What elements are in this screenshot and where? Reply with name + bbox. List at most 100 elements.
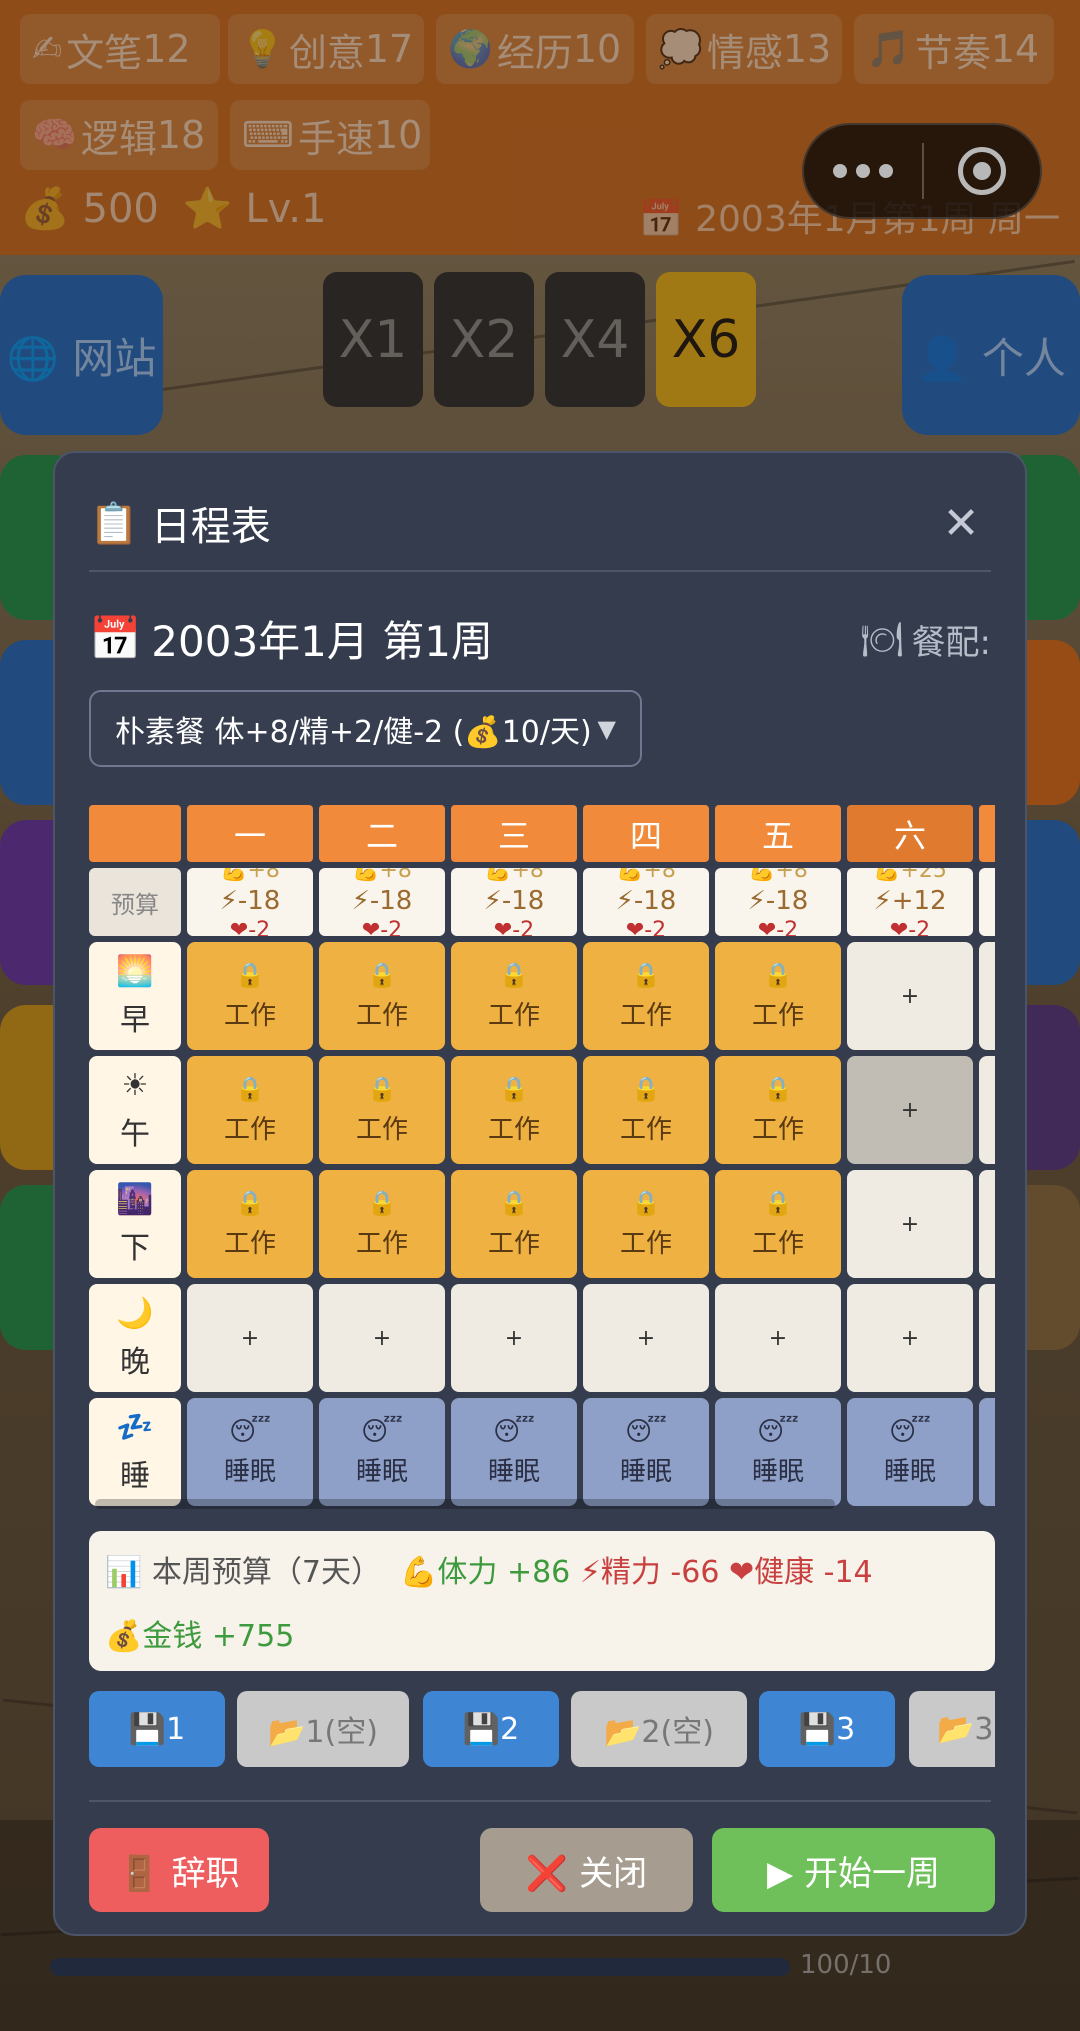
week-title-text: 2003年1月 第1周 <box>151 617 493 666</box>
save-slot-1-button[interactable]: 💾1 <box>89 1691 225 1767</box>
work-slot[interactable]: 🔒 工作 <box>187 1170 313 1278</box>
time-slot-text: 睡 <box>120 1458 150 1494</box>
add-icon: + <box>900 1325 920 1351</box>
slot-label: 工作 <box>619 1228 672 1259</box>
add-icon: + <box>240 1325 260 1351</box>
slot-label: 工作 <box>487 1000 540 1031</box>
grid-horizontal-scrollbar[interactable] <box>95 1499 835 1509</box>
work-slot[interactable]: 🔒 工作 <box>187 942 313 1050</box>
budget-cell: 💪+8 ⚡-18 ❤-2 <box>583 868 709 936</box>
sleep-icon: 😴 <box>625 1416 667 1447</box>
add-icon: + <box>504 1325 524 1351</box>
load-slot-2-button[interactable]: 📂2(空) <box>571 1691 747 1767</box>
empty-slot-add[interactable]: + <box>583 1284 709 1392</box>
slot-label: 工作 <box>619 1000 672 1031</box>
work-slot[interactable]: 🔒 工作 <box>715 942 841 1050</box>
empty-slot-add[interactable]: + <box>451 1284 577 1392</box>
empty-slot-add[interactable]: + <box>847 1284 973 1392</box>
add-icon: + <box>372 1325 392 1351</box>
budget-cell: 💪+8 ⚡-18 ❤-2 <box>715 868 841 936</box>
work-slot[interactable]: 🔒 工作 <box>451 1056 577 1164</box>
budget-cell: 💪+8 ⚡-18 ❤-2 <box>451 868 577 936</box>
empty-slot-add[interactable]: + <box>847 1056 973 1164</box>
lock-icon: 🔒 <box>763 960 793 989</box>
lock-icon: 🔒 <box>367 960 397 989</box>
sleep-slot[interactable]: 😴 睡眠 <box>187 1398 313 1506</box>
lock-icon: 🔒 <box>367 1074 397 1103</box>
work-slot[interactable]: 🔒 工作 <box>583 1170 709 1278</box>
schedule-grid[interactable]: 一 二 三 四 五 六 预算 💪+8 ⚡-18 ❤-2 💪+8 ⚡-18 ❤-2 💪+8… <box>89 805 995 1512</box>
modal-header: 📋 日程表 ✕ <box>89 483 991 563</box>
slot-label: 工作 <box>487 1114 540 1145</box>
work-slot[interactable]: 🔒 工作 <box>187 1056 313 1164</box>
time-slot-icon: 🌙 <box>116 1295 154 1331</box>
sunday-slot-partial[interactable] <box>979 942 995 1050</box>
modal-title-text: 日程表 <box>150 504 271 550</box>
time-slot-icon: 🌆 <box>116 1181 154 1217</box>
sleep-slot[interactable]: 😴 睡眠 <box>715 1398 841 1506</box>
load-slot-3-button[interactable]: 📂3 <box>909 1691 995 1767</box>
work-slot[interactable]: 🔒 工作 <box>715 1170 841 1278</box>
slot-label: 工作 <box>223 1228 276 1259</box>
empty-slot-add[interactable]: + <box>847 942 973 1050</box>
add-icon: + <box>636 1325 656 1351</box>
slot-label: 睡眠 <box>619 1456 672 1487</box>
day-header-mon: 一 <box>187 805 313 862</box>
day-header-thu: 四 <box>583 805 709 862</box>
work-slot[interactable]: 🔒 工作 <box>319 1056 445 1164</box>
work-slot[interactable]: 🔒 工作 <box>583 942 709 1050</box>
budget-cell: 💪+8 ⚡-18 ❤-2 <box>319 868 445 936</box>
empty-slot-add[interactable]: + <box>847 1170 973 1278</box>
time-slot-label: 💤 睡 <box>89 1398 181 1506</box>
add-icon: + <box>768 1325 788 1351</box>
sunday-slot-partial[interactable] <box>979 1170 995 1278</box>
add-icon: + <box>900 1097 920 1123</box>
slot-label: 睡眠 <box>751 1456 804 1487</box>
close-button[interactable]: ❌ 关闭 <box>480 1828 693 1912</box>
budget-row-label: 预算 <box>89 868 181 936</box>
summary-stamina: 💪体力 +86 <box>400 1555 571 1590</box>
sleep-slot[interactable]: 😴 睡眠 <box>451 1398 577 1506</box>
lock-icon: 🔒 <box>763 1188 793 1217</box>
sleep-slot[interactable]: 😴 睡眠 <box>583 1398 709 1506</box>
sunday-slot-partial[interactable] <box>979 1284 995 1392</box>
sleep-slot[interactable]: 😴 睡眠 <box>319 1398 445 1506</box>
start-week-button[interactable]: ▶ 开始一周 <box>712 1828 995 1912</box>
sleep-slot[interactable]: 😴 睡眠 <box>847 1398 973 1506</box>
grid-corner-header <box>89 805 181 862</box>
chevron-down-icon: ▼ <box>597 714 616 743</box>
work-slot[interactable]: 🔒 工作 <box>319 942 445 1050</box>
week-title: 📅 2003年1月 第1周 <box>89 608 493 669</box>
empty-slot-add[interactable]: + <box>187 1284 313 1392</box>
load-slot-1-button[interactable]: 📂1(空) <box>237 1691 409 1767</box>
add-icon: + <box>900 983 920 1009</box>
lock-icon: 🔒 <box>235 1188 265 1217</box>
day-header-tue: 二 <box>319 805 445 862</box>
work-slot[interactable]: 🔒 工作 <box>583 1056 709 1164</box>
sleep-icon: 😴 <box>757 1416 799 1447</box>
summary-health: ❤健康 -14 <box>728 1555 873 1590</box>
day-header-sat: 六 <box>847 805 973 862</box>
sunday-slot-partial[interactable] <box>979 1398 995 1506</box>
work-slot[interactable]: 🔒 工作 <box>319 1170 445 1278</box>
sunday-slot-partial[interactable] <box>979 1056 995 1164</box>
work-slot[interactable]: 🔒 工作 <box>451 942 577 1050</box>
time-slot-icon: 🌅 <box>116 953 154 989</box>
meal-label-text: 餐配: <box>911 623 991 663</box>
slot-label: 工作 <box>355 1000 408 1031</box>
quit-job-button[interactable]: 🚪 辞职 <box>89 1828 269 1912</box>
lock-icon: 🔒 <box>631 1188 661 1217</box>
slot-label: 工作 <box>751 1000 804 1031</box>
save-slot-3-button[interactable]: 💾3 <box>759 1691 895 1767</box>
close-icon[interactable]: ✕ <box>931 498 991 549</box>
slot-label: 睡眠 <box>487 1456 540 1487</box>
work-slot[interactable]: 🔒 工作 <box>715 1056 841 1164</box>
header-divider <box>89 570 991 572</box>
slot-label: 睡眠 <box>883 1456 936 1487</box>
save-slot-2-button[interactable]: 💾2 <box>423 1691 559 1767</box>
meal-plan-select[interactable]: 朴素餐 体+8/精+2/健-2 (💰10/天) ▼ <box>89 690 642 767</box>
work-slot[interactable]: 🔒 工作 <box>451 1170 577 1278</box>
empty-slot-add[interactable]: + <box>715 1284 841 1392</box>
empty-slot-add[interactable]: + <box>319 1284 445 1392</box>
budget-cell: 💪+8 ⚡-18 ❤-2 <box>187 868 313 936</box>
